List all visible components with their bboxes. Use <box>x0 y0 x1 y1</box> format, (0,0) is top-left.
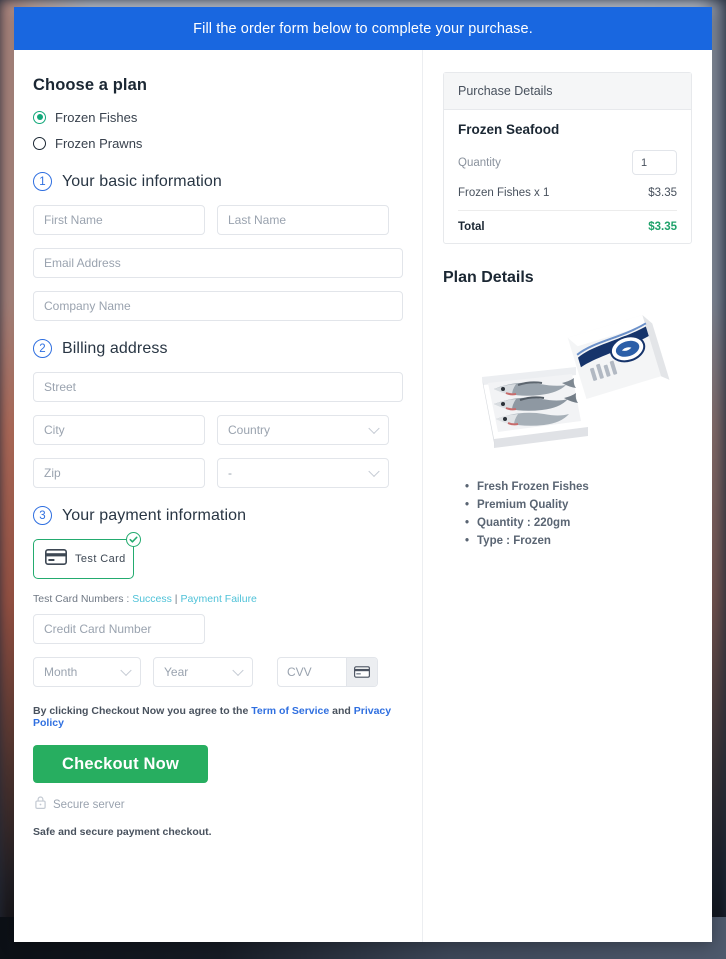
chevron-down-icon <box>368 422 380 435</box>
expiry-month-select[interactable]: Month <box>33 657 141 687</box>
step-title: Your basic information <box>62 172 222 190</box>
quantity-input[interactable]: 1 <box>632 150 677 175</box>
product-name: Frozen Seafood <box>458 122 560 137</box>
lock-icon <box>35 796 46 814</box>
terms-prefix: By clicking Checkout Now you agree to th… <box>33 705 252 717</box>
purchase-details-body: Frozen Seafood Quantity 1 Frozen Fishes … <box>444 110 691 243</box>
step-number-badge: 3 <box>33 506 52 525</box>
country-select[interactable]: Country <box>217 415 389 445</box>
terms-of-service-link[interactable]: Term of Service <box>251 705 329 717</box>
card-number-row: Credit Card Number <box>33 614 403 644</box>
order-form-column: Choose a plan Frozen Fishes Frozen Prawn… <box>14 50 423 942</box>
city-input[interactable]: City <box>33 415 205 445</box>
test-card-numbers-note: Test Card Numbers : Success | Payment Fa… <box>33 593 403 605</box>
step-header-basic-information: 1 Your basic information <box>33 172 403 191</box>
cvv-field-group[interactable]: CVV <box>277 657 378 687</box>
purchase-details-header: Purchase Details <box>444 73 691 110</box>
terms-note: By clicking Checkout Now you agree to th… <box>33 705 403 729</box>
last-name-input[interactable]: Last Name <box>217 205 389 235</box>
secure-server-label: Secure server <box>53 799 125 811</box>
payment-method-label: Test Card <box>75 553 126 565</box>
line-item-label: Frozen Fishes x 1 <box>458 187 550 199</box>
total-label: Total <box>458 221 485 233</box>
city-country-row: City Country <box>33 415 403 445</box>
checkout-now-button[interactable]: Checkout Now <box>33 745 208 783</box>
test-card-success-link[interactable]: Success <box>132 593 172 605</box>
safe-checkout-note: Safe and secure payment checkout. <box>33 826 212 838</box>
step-number-badge: 2 <box>33 339 52 358</box>
step-title: Billing address <box>62 339 168 357</box>
expiry-year-select[interactable]: Year <box>153 657 253 687</box>
email-field-row: Email Address <box>33 248 403 278</box>
company-name-input[interactable]: Company Name <box>33 291 403 321</box>
list-item: Fresh Frozen Fishes <box>465 481 692 493</box>
step-header-payment-information: 3 Your payment information <box>33 506 403 525</box>
checkout-body: Choose a plan Frozen Fishes Frozen Prawn… <box>14 50 712 942</box>
street-input[interactable]: Street <box>33 372 403 402</box>
cvv-input[interactable]: CVV <box>278 658 346 686</box>
summary-column: Purchase Details Frozen Seafood Quantity… <box>423 50 711 942</box>
radio-selected-icon[interactable] <box>33 110 46 124</box>
cvv-card-icon <box>346 658 377 686</box>
radio-unselected-icon[interactable] <box>33 136 46 150</box>
terms-middle: and <box>329 705 354 717</box>
list-item: Quantity : 220gm <box>465 517 692 529</box>
total-row: Total $3.35 <box>458 211 677 233</box>
checkout-card: Fill the order form below to complete yo… <box>14 7 712 942</box>
credit-card-number-input[interactable]: Credit Card Number <box>33 614 205 644</box>
payment-method-test-card[interactable]: Test Card <box>33 532 141 579</box>
region-select[interactable]: - <box>217 458 389 488</box>
expiry-cvv-row: Month Year CVV <box>33 657 403 687</box>
expiry-year-value: Year <box>164 665 189 679</box>
quantity-label: Quantity <box>458 156 501 169</box>
step-title: Your payment information <box>62 506 247 524</box>
list-item: Premium Quality <box>465 499 692 511</box>
total-price: $3.35 <box>648 221 677 233</box>
chevron-down-icon <box>232 664 244 677</box>
quantity-row: Quantity 1 <box>458 150 677 175</box>
region-select-value: - <box>228 466 232 480</box>
step-number-badge: 1 <box>33 172 52 191</box>
zip-region-row: Zip - <box>33 458 403 488</box>
first-name-input[interactable]: First Name <box>33 205 205 235</box>
email-input[interactable]: Email Address <box>33 248 403 278</box>
step-header-billing-address: 2 Billing address <box>33 339 403 358</box>
street-field-row: Street <box>33 372 403 402</box>
banner-text: Fill the order form below to complete yo… <box>193 20 533 37</box>
choose-plan-heading: Choose a plan <box>33 76 148 94</box>
line-item-price: $3.35 <box>648 187 677 199</box>
plan-option-label: Frozen Fishes <box>55 109 138 125</box>
banner: Fill the order form below to complete yo… <box>14 7 712 50</box>
check-circle-icon <box>126 532 141 547</box>
line-item-row: Frozen Fishes x 1 $3.35 <box>458 187 677 211</box>
test-card-numbers-prefix: Test Card Numbers : <box>33 593 133 605</box>
plan-option-frozen-fishes[interactable]: Frozen Fishes <box>33 106 403 128</box>
chevron-down-icon <box>120 664 132 677</box>
purchase-details-box: Purchase Details Frozen Seafood Quantity… <box>443 72 692 244</box>
expiry-month-value: Month <box>44 665 78 679</box>
plan-feature-list: Fresh Frozen Fishes Premium Quality Quan… <box>465 481 692 547</box>
secure-server-row: Secure server <box>35 796 403 814</box>
zip-input[interactable]: Zip <box>33 458 205 488</box>
plan-details-title: Plan Details <box>443 269 534 286</box>
country-select-value: Country <box>228 423 271 437</box>
credit-card-icon <box>45 548 67 570</box>
plan-option-label: Frozen Prawns <box>55 135 143 151</box>
company-field-row: Company Name <box>33 291 403 321</box>
plan-option-frozen-prawns[interactable]: Frozen Prawns <box>33 132 403 154</box>
list-item: Type : Frozen <box>465 535 692 547</box>
test-card-failure-link[interactable]: Payment Failure <box>180 593 256 605</box>
name-field-row: First Name Last Name <box>33 205 403 235</box>
plan-product-image <box>443 305 692 455</box>
chevron-down-icon <box>368 465 380 478</box>
